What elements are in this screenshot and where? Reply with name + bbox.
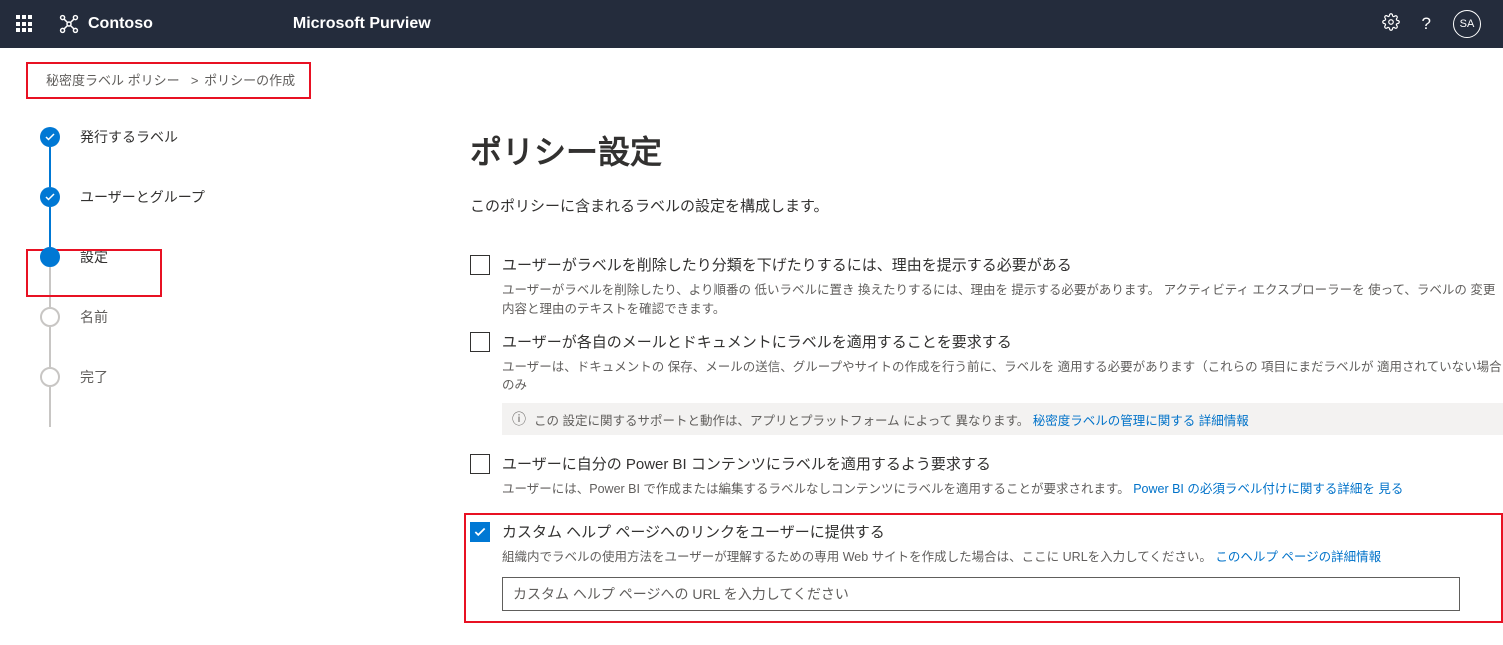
main-panel: ポリシー設定 このポリシーに含まれるラベルの設定を構成します。 ユーザーがラベル… — [420, 127, 1503, 623]
chevron-right-icon: > — [187, 73, 198, 88]
purview-logo-icon — [58, 13, 80, 35]
setting-justification-required: ユーザーがラベルを削除したり分類を下げたりするには、理由を提示する必要がある ユ… — [470, 254, 1503, 331]
page-title: ポリシー設定 — [470, 127, 1503, 173]
info-icon: ⓘ — [512, 409, 526, 429]
avatar[interactable]: SA — [1453, 10, 1481, 38]
setting-title: ユーザーが各自のメールとドキュメントにラベルを適用することを要求する — [502, 331, 1503, 352]
step-users-groups[interactable]: ユーザーとグループ — [40, 187, 420, 247]
setting-description: 組織内でラベルの使用方法をユーザーが理解するための専用 Web サイトを作成した… — [502, 548, 1381, 567]
step-settings[interactable]: 設定 — [40, 247, 420, 307]
info-callout: ⓘ この 設定に関するサポートと動作は、アプリとプラットフォーム によって 異な… — [502, 403, 1503, 435]
step-label: 設定 — [80, 247, 108, 267]
setting-custom-help-page: カスタム ヘルプ ページへのリンクをユーザーに提供する 組織内でラベルの使用方法… — [470, 521, 1497, 567]
step-label: 名前 — [80, 307, 108, 327]
setting-title: カスタム ヘルプ ページへのリンクをユーザーに提供する — [502, 521, 1381, 542]
info-text: この 設定に関するサポートと動作は、アプリとプラットフォーム によって 異なりま… — [534, 410, 1029, 429]
step-done-icon — [40, 127, 60, 147]
step-name[interactable]: 名前 — [40, 307, 420, 367]
learn-more-link[interactable]: このヘルプ ページの詳細情報 — [1215, 550, 1381, 564]
checkbox[interactable] — [470, 332, 490, 352]
step-label: 完了 — [80, 367, 108, 387]
step-upcoming-icon — [40, 307, 60, 327]
setting-title: ユーザーがラベルを削除したり分類を下げたりするには、理由を提示する必要がある — [502, 254, 1503, 275]
wizard-stepper: 発行するラベル ユーザーとグループ 設定 名前 完了 — [0, 127, 420, 623]
help-icon[interactable]: ? — [1422, 14, 1431, 34]
info-link[interactable]: 秘密度ラベルの管理に関する 詳細情報 — [1033, 410, 1249, 429]
setting-description: ユーザーがラベルを削除したり、より順番の 低いラベルに置き 換えたりするには、理… — [502, 281, 1503, 319]
app-launcher-icon[interactable] — [10, 9, 40, 39]
setting-title: ユーザーに自分の Power BI コンテンツにラベルを適用するよう要求する — [502, 453, 1403, 474]
setting-require-label-mail-docs: ユーザーが各自のメールとドキュメントにラベルを適用することを要求する ユーザーは… — [470, 331, 1503, 448]
top-header: Contoso Microsoft Purview ? SA — [0, 0, 1503, 48]
org-name: Contoso — [88, 15, 153, 33]
avatar-initials: SA — [1460, 18, 1475, 30]
settings-list: ユーザーがラベルを削除したり分類を下げたりするには、理由を提示する必要がある ユ… — [470, 254, 1503, 623]
checkbox[interactable] — [470, 522, 490, 542]
setting-custom-help-page-highlight: カスタム ヘルプ ページへのリンクをユーザーに提供する 組織内でラベルの使用方法… — [464, 513, 1503, 623]
breadcrumb-parent[interactable]: 秘密度ラベル ポリシー — [46, 73, 180, 88]
checkbox[interactable] — [470, 454, 490, 474]
breadcrumb: 秘密度ラベル ポリシー > ポリシーの作成 — [26, 62, 311, 99]
setting-desc-text: 組織内でラベルの使用方法をユーザーが理解するための専用 Web サイトを作成した… — [502, 550, 1212, 564]
step-label: ユーザーとグループ — [80, 187, 205, 207]
product-name: Microsoft Purview — [293, 15, 431, 33]
learn-more-link[interactable]: Power BI の必須ラベル付けに関する詳細を 見る — [1133, 482, 1403, 496]
header-actions: ? SA — [1382, 10, 1481, 38]
step-done-icon — [40, 187, 60, 207]
setting-description: ユーザーは、ドキュメントの 保存、メールの送信、グループやサイトの作成を行う前に… — [502, 358, 1503, 396]
setting-description: ユーザーには、Power BI で作成または編集するラベルなしコンテンツにラベル… — [502, 480, 1403, 499]
step-finish[interactable]: 完了 — [40, 367, 420, 427]
step-current-icon — [40, 247, 60, 267]
gear-icon[interactable] — [1382, 13, 1400, 36]
custom-help-url-input[interactable] — [502, 577, 1460, 611]
page-description: このポリシーに含まれるラベルの設定を構成します。 — [470, 195, 1503, 216]
breadcrumb-current: ポリシーの作成 — [204, 73, 295, 88]
step-labels-to-publish[interactable]: 発行するラベル — [40, 127, 420, 187]
org-logo[interactable]: Contoso — [58, 13, 153, 35]
step-label: 発行するラベル — [80, 127, 178, 147]
step-upcoming-icon — [40, 367, 60, 387]
checkbox[interactable] — [470, 255, 490, 275]
setting-desc-text: ユーザーには、Power BI で作成または編集するラベルなしコンテンツにラベル… — [502, 482, 1130, 496]
setting-require-label-powerbi: ユーザーに自分の Power BI コンテンツにラベルを適用するよう要求する ユ… — [470, 453, 1503, 511]
